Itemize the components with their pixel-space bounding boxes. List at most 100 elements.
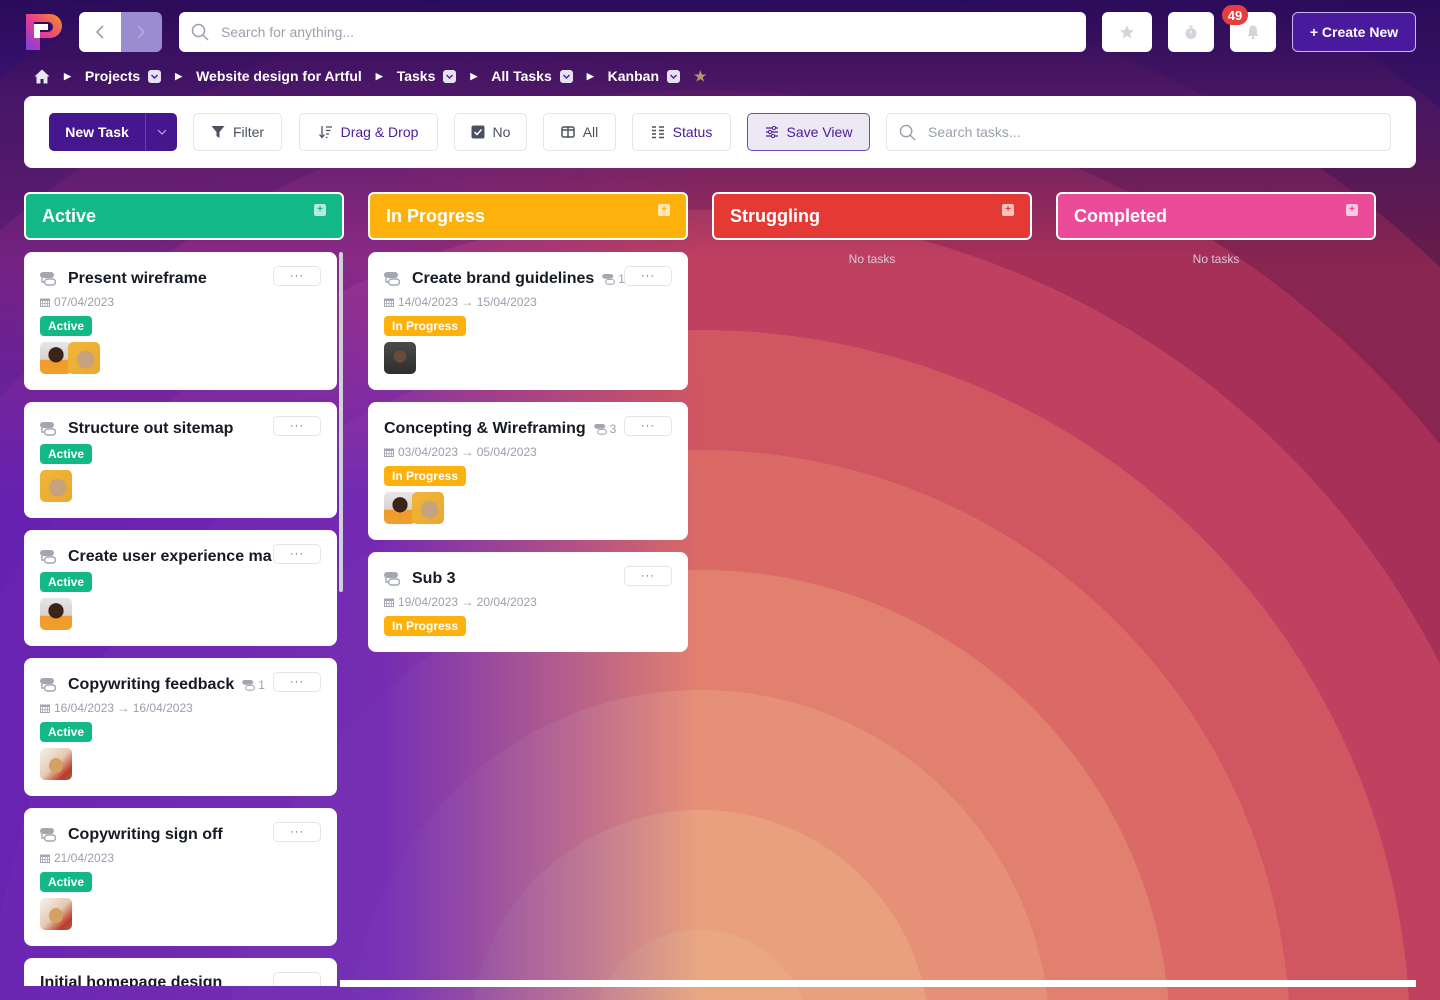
filter-icon xyxy=(211,126,225,138)
task-search-input[interactable] xyxy=(928,124,1368,140)
no-toggle-button[interactable]: No xyxy=(454,113,527,151)
avatar[interactable] xyxy=(384,342,416,374)
task-date: 19/04/2023 → 20/04/2023 xyxy=(398,595,537,609)
card-menu-button[interactable]: ··· xyxy=(624,416,672,436)
breadcrumb-kanban[interactable]: Kanban xyxy=(608,68,659,84)
status-group-button[interactable]: Status xyxy=(632,113,731,151)
completed-empty-state: No tasks xyxy=(1192,252,1240,266)
task-title: Create brand guidelines xyxy=(412,270,595,287)
struggling-empty-state: No tasks xyxy=(848,252,896,266)
create-new-button[interactable]: + Create New xyxy=(1292,12,1416,52)
calendar-icon xyxy=(384,598,394,607)
board-horizontal-scrollbar[interactable] xyxy=(340,980,1416,987)
favorite-view-star-icon[interactable]: ★ xyxy=(694,68,707,85)
column-title: In Progress xyxy=(386,205,486,226)
card-menu-button[interactable]: ··· xyxy=(624,266,672,286)
task-title: Copywriting sign off xyxy=(68,826,223,843)
app-logo[interactable] xyxy=(24,12,64,52)
task-card-partial[interactable]: Initial homepage design xyxy=(24,958,337,986)
breadcrumb-separator-icon: ▶ xyxy=(375,70,383,81)
list-icon xyxy=(651,126,664,139)
view-toolbar: New Task Filter Drag & Drop No All Statu… xyxy=(24,96,1416,168)
task-card[interactable]: Create user experience ma ··· Active xyxy=(24,530,337,646)
card-menu-button[interactable]: ··· xyxy=(273,672,321,692)
task-card[interactable]: Copywriting sign off ··· 21/04/2023 Acti… xyxy=(24,808,337,946)
task-card[interactable]: Copywriting feedback 1 ··· 16/04/2023 → 1… xyxy=(24,658,337,796)
task-card[interactable]: Structure out sitemap ··· Active xyxy=(24,402,337,518)
stopwatch-icon xyxy=(1185,25,1197,39)
card-menu-button[interactable]: ··· xyxy=(273,416,321,436)
status-badge: Active xyxy=(40,872,93,892)
task-icon xyxy=(384,572,400,586)
task-icon xyxy=(40,272,56,286)
columns-icon xyxy=(560,126,575,138)
active-column-scrollbar[interactable] xyxy=(339,252,343,592)
star-icon xyxy=(1120,25,1134,39)
forward-button[interactable] xyxy=(120,12,162,52)
drag-drop-label: Drag & Drop xyxy=(340,124,419,140)
avatar[interactable] xyxy=(40,898,72,930)
projects-dropdown-icon[interactable] xyxy=(148,69,162,83)
column-header-active[interactable]: Active + xyxy=(24,192,344,240)
column-header-in-progress[interactable]: In Progress + xyxy=(368,192,688,240)
subtask-icon xyxy=(593,423,607,435)
card-menu-button[interactable]: ··· xyxy=(273,544,321,564)
status-badge: Active xyxy=(40,722,93,742)
column-header-struggling[interactable]: Struggling + xyxy=(712,192,1032,240)
column-title: Completed xyxy=(1074,205,1168,226)
task-icon xyxy=(40,678,56,692)
avatar[interactable] xyxy=(40,748,72,780)
kanban-dropdown-icon[interactable] xyxy=(667,69,680,83)
drag-drop-button[interactable]: Drag & Drop xyxy=(299,113,438,151)
subtask-count: 3 xyxy=(593,422,616,436)
add-task-icon[interactable]: + xyxy=(1346,204,1358,216)
card-menu-button[interactable] xyxy=(273,972,321,986)
task-date: 03/04/2023 → 05/04/2023 xyxy=(398,445,537,459)
avatar[interactable] xyxy=(412,492,444,524)
history-nav xyxy=(79,12,162,52)
card-menu-button[interactable]: ··· xyxy=(624,566,672,586)
chevron-left-icon xyxy=(95,25,104,39)
avatar[interactable] xyxy=(40,470,72,502)
add-task-icon[interactable]: + xyxy=(1002,204,1014,216)
breadcrumb-project[interactable]: Website design for Artful xyxy=(196,68,362,84)
breadcrumb-all-tasks[interactable]: All Tasks xyxy=(491,68,551,84)
add-task-icon[interactable]: + xyxy=(314,204,326,216)
new-task-button[interactable]: New Task xyxy=(49,113,145,151)
timer-button[interactable] xyxy=(1168,12,1214,52)
task-card[interactable]: Present wireframe ··· 07/04/2023 Active xyxy=(24,252,337,390)
assignees xyxy=(384,342,416,374)
global-search[interactable] xyxy=(179,12,1086,52)
back-button[interactable] xyxy=(79,12,121,52)
calendar-icon xyxy=(384,448,394,457)
assignees xyxy=(40,470,72,502)
column-header-completed[interactable]: Completed + xyxy=(1056,192,1376,240)
add-task-icon[interactable]: + xyxy=(658,204,670,216)
assignees xyxy=(384,492,444,524)
home-icon[interactable] xyxy=(34,69,50,84)
card-menu-button[interactable]: ··· xyxy=(273,822,321,842)
filter-button[interactable]: Filter xyxy=(193,113,282,151)
breadcrumb-projects[interactable]: Projects xyxy=(85,68,140,84)
task-card[interactable]: Sub 3 ··· 19/04/2023 → 20/04/2023 In Pro… xyxy=(368,552,688,652)
avatar[interactable] xyxy=(68,342,100,374)
all-tasks-dropdown-icon[interactable] xyxy=(559,69,573,83)
new-task-dropdown-button[interactable] xyxy=(145,113,177,151)
save-view-button[interactable]: Save View xyxy=(747,113,870,151)
breadcrumb-tasks[interactable]: Tasks xyxy=(397,68,436,84)
card-menu-button[interactable]: ··· xyxy=(273,266,321,286)
tasks-dropdown-icon[interactable] xyxy=(443,69,457,83)
global-search-input[interactable] xyxy=(221,24,1021,40)
status-badge: Active xyxy=(40,316,93,336)
avatar[interactable] xyxy=(40,598,72,630)
bell-icon xyxy=(1247,25,1259,40)
task-date: 21/04/2023 xyxy=(54,851,115,865)
task-search[interactable] xyxy=(886,113,1391,151)
save-view-label: Save View xyxy=(786,124,853,140)
all-columns-button[interactable]: All xyxy=(543,113,616,151)
task-card[interactable]: Concepting & Wireframing 3 ··· 03/04/2023… xyxy=(368,402,688,540)
subtask-count-value: 1 xyxy=(258,678,265,692)
favorites-button[interactable] xyxy=(1102,12,1152,52)
assignees xyxy=(40,748,72,780)
task-card[interactable]: Create brand guidelines 1 ··· 14/04/2023 … xyxy=(368,252,688,390)
